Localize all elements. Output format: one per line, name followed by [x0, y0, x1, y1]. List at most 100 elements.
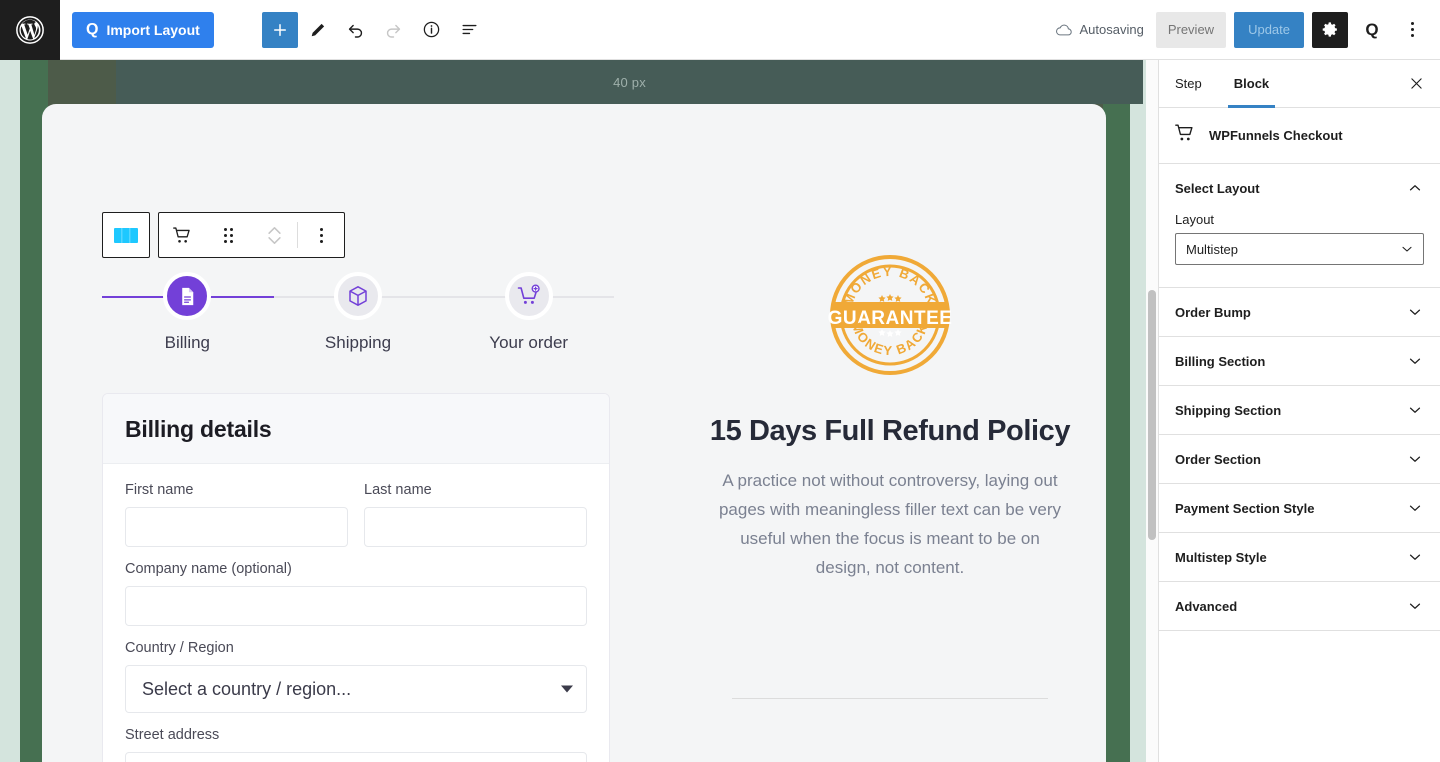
- color-swatch-icon: [114, 227, 138, 243]
- panel-title-multistep-style: Multistep Style: [1175, 549, 1267, 565]
- svg-text:GUARANTEE: GUARANTEE: [828, 308, 953, 329]
- promo-body: A practice not without controversy, layi…: [718, 471, 1062, 577]
- color-swatch-button[interactable]: [103, 213, 149, 257]
- panel-header-payment-section-style[interactable]: Payment Section Style: [1159, 484, 1440, 532]
- block-swatch-box: [102, 212, 150, 258]
- panel-title-order-section: Order Section: [1175, 451, 1261, 467]
- panel-header-advanced[interactable]: Advanced: [1159, 582, 1440, 630]
- plus-icon: [273, 23, 286, 36]
- gear-icon: [1322, 22, 1337, 37]
- billing-details-card: Billing details First name Last name Com…: [102, 393, 610, 762]
- company-input[interactable]: [125, 586, 587, 626]
- canvas-scrollbar-thumb[interactable]: [1148, 290, 1156, 540]
- country-select[interactable]: Select a country / region...: [125, 665, 587, 713]
- cart-plus-icon: [517, 284, 540, 304]
- wordpress-logo-button[interactable]: [0, 0, 60, 60]
- drag-handle-icon: [223, 227, 233, 243]
- canvas-scrollbar[interactable]: [1146, 60, 1158, 762]
- step-item-your-order[interactable]: Your order: [443, 272, 614, 364]
- chevron-down-icon: [1406, 450, 1424, 468]
- refund-policy-promo: GUARANTEE MONEY BACK MONEY BACK 15 Days …: [700, 250, 1080, 699]
- block-type-button[interactable]: [159, 213, 205, 257]
- add-block-button[interactable]: [261, 11, 298, 48]
- editor-canvas: 40 px Billing Shipping Your order Billin…: [0, 60, 1158, 762]
- step-item-shipping[interactable]: Shipping: [273, 272, 444, 364]
- last-name-input[interactable]: [364, 507, 587, 547]
- panel-order-section: Order Section: [1159, 435, 1440, 484]
- checkout-block-sheet: Billing Shipping Your order Billing deta…: [42, 104, 1106, 762]
- editor-tools-group: [261, 11, 488, 48]
- street-field-group: Street address: [125, 727, 587, 762]
- panel-header-shipping-section[interactable]: Shipping Section: [1159, 386, 1440, 434]
- drag-handle-button[interactable]: [205, 213, 251, 257]
- money-back-guarantee-badge-icon: GUARANTEE MONEY BACK MONEY BACK: [825, 250, 955, 385]
- panel-advanced: Advanced: [1159, 582, 1440, 631]
- step-label-your-order: Your order: [489, 333, 569, 352]
- import-layout-button[interactable]: Q Import Layout: [72, 11, 214, 48]
- panel-header-billing-section[interactable]: Billing Section: [1159, 337, 1440, 385]
- tab-step[interactable]: Step: [1159, 60, 1218, 107]
- country-select-value: Select a country / region...: [142, 678, 352, 699]
- undo-arrow-icon: [349, 24, 363, 38]
- country-field-group: Country / Region Select a country / regi…: [125, 640, 587, 713]
- more-options-button[interactable]: [1396, 12, 1428, 48]
- preview-button[interactable]: Preview: [1155, 11, 1227, 48]
- list-view-button[interactable]: [452, 12, 488, 48]
- chevron-down-icon: [1406, 548, 1424, 566]
- move-block-button[interactable]: [251, 213, 297, 257]
- close-sidebar-button[interactable]: [1392, 60, 1440, 107]
- panel-title-order-bump: Order Bump: [1175, 304, 1251, 320]
- panel-multistep-style: Multistep Style: [1159, 533, 1440, 582]
- q-brand-icon: Q: [86, 20, 99, 38]
- step-item-billing[interactable]: Billing: [102, 272, 273, 364]
- promo-title: 15 Days Full Refund Policy: [709, 415, 1071, 447]
- update-button[interactable]: Update: [1234, 11, 1304, 48]
- block-options-button[interactable]: [298, 213, 344, 257]
- name-field-row: First name Last name: [125, 482, 587, 561]
- panel-payment-section-style: Payment Section Style: [1159, 484, 1440, 533]
- shopping-cart-icon: [1173, 122, 1197, 149]
- panel-header-order-section[interactable]: Order Section: [1159, 435, 1440, 483]
- wpfunnels-brand-button[interactable]: Q: [1356, 12, 1388, 48]
- details-button[interactable]: [414, 12, 450, 48]
- panel-body-select-layout: Layout Multistep: [1159, 212, 1440, 287]
- edit-tool-button[interactable]: [300, 12, 336, 48]
- panel-title-select-layout: Select Layout: [1175, 180, 1260, 196]
- panel-billing-section: Billing Section: [1159, 337, 1440, 386]
- close-icon: [1410, 78, 1422, 89]
- panel-header-multistep-style[interactable]: Multistep Style: [1159, 533, 1440, 581]
- panel-select-layout: Select Layout Layout Multistep: [1159, 164, 1440, 288]
- autosave-status: Autosaving: [1055, 22, 1144, 37]
- list-view-icon: [462, 24, 477, 35]
- document-icon: [182, 287, 194, 305]
- import-layout-label: Import Layout: [106, 21, 200, 38]
- redo-arrow-icon: [387, 24, 401, 38]
- step-circle-your-order: [504, 272, 553, 320]
- chevron-down-icon: [1406, 352, 1424, 370]
- street-address-input[interactable]: [125, 752, 587, 762]
- first-name-field-group: First name: [125, 482, 348, 547]
- chevron-up-icon: [1406, 179, 1424, 197]
- autosave-label: Autosaving: [1079, 22, 1144, 37]
- q-brand-icon: Q: [1365, 19, 1379, 39]
- chevron-down-icon: [1399, 241, 1415, 257]
- first-name-label: First name: [125, 482, 194, 498]
- panel-title-billing-section: Billing Section: [1175, 353, 1266, 369]
- tab-block[interactable]: Block: [1218, 60, 1285, 108]
- settings-button[interactable]: [1312, 11, 1348, 48]
- layout-control-label: Layout: [1175, 212, 1215, 227]
- cloud-icon: [1055, 24, 1072, 35]
- selected-block-info: WPFunnels Checkout: [1159, 108, 1440, 164]
- layout-select[interactable]: Multistep: [1175, 233, 1424, 265]
- page-bg-band-mint-left: [0, 60, 20, 762]
- sidebar-tabs: Step Block: [1159, 60, 1440, 108]
- spacer-block[interactable]: 40 px: [116, 60, 1143, 104]
- redo-button[interactable]: [376, 12, 412, 48]
- panel-header-select-layout[interactable]: Select Layout: [1159, 164, 1440, 212]
- package-box-icon: [349, 286, 367, 306]
- block-actions-box: [158, 212, 345, 258]
- panel-title-advanced: Advanced: [1175, 598, 1238, 614]
- first-name-input[interactable]: [125, 507, 348, 547]
- panel-header-order-bump[interactable]: Order Bump: [1159, 288, 1440, 336]
- undo-button[interactable]: [338, 12, 374, 48]
